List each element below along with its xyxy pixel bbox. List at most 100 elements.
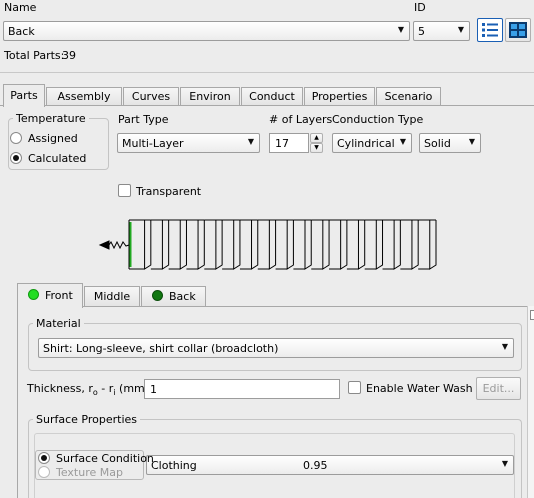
grid-view-icon xyxy=(509,22,527,38)
layer-segment xyxy=(364,219,384,270)
arrow-icon xyxy=(98,240,110,250)
name-value: Back xyxy=(8,25,35,38)
conduction-mode-value: Solid xyxy=(424,137,451,150)
chevron-down-icon: ▼ xyxy=(457,25,464,34)
conduction-type-label: Conduction Type xyxy=(332,113,424,126)
tab-label: Properties xyxy=(311,90,368,103)
water-wash-label: Enable Water Wash xyxy=(366,382,473,395)
chevron-down-icon: ▼ xyxy=(397,25,404,34)
layer-segment xyxy=(133,219,152,270)
part-type-select[interactable]: Multi-Layer ▼ xyxy=(117,133,260,153)
id-select[interactable]: 5 ▼ xyxy=(413,21,470,41)
layer-segment xyxy=(186,219,205,270)
layer-segment xyxy=(257,219,277,270)
list-view-button[interactable] xyxy=(477,18,503,42)
layer-segment xyxy=(329,219,348,270)
surface-condition-value: Clothing xyxy=(151,459,197,472)
total-parts-value: 39 xyxy=(62,49,76,62)
subtab-back[interactable]: Back xyxy=(141,286,206,306)
layers-down-button[interactable]: ▼ xyxy=(310,143,323,153)
thickness-label: Thickness, ro - ri (mm) xyxy=(27,382,149,397)
layer-segment xyxy=(275,219,294,270)
subtab-label: Front xyxy=(45,289,73,302)
tab-conduct[interactable]: Conduct xyxy=(241,87,303,105)
layer-diagram xyxy=(98,219,437,270)
thickness-input[interactable]: 1 xyxy=(144,379,340,399)
tab-label: Conduct xyxy=(249,90,295,103)
dark-green-dot-icon xyxy=(152,290,163,301)
tab-label: Assembly xyxy=(57,90,111,103)
thickness-label-text: Thickness, r xyxy=(27,382,93,395)
tab-environ[interactable]: Environ xyxy=(180,87,240,105)
tab-label: Scenario xyxy=(384,90,433,103)
subtab-label: Middle xyxy=(93,290,131,303)
layer-segment xyxy=(418,219,437,270)
surface-properties-title: Surface Properties xyxy=(33,413,140,426)
grid-view-button[interactable] xyxy=(505,18,531,42)
thickness-label-mid: - r xyxy=(97,382,114,395)
subtab-middle[interactable]: Middle xyxy=(84,286,140,306)
thickness-value: 1 xyxy=(150,383,157,396)
name-label: Name xyxy=(4,1,37,14)
layer-segment xyxy=(204,219,223,270)
calculated-radio[interactable] xyxy=(10,152,22,164)
layers-stepper-field[interactable]: 17 xyxy=(269,133,309,153)
layer-segment xyxy=(346,219,366,270)
tab-assembly[interactable]: Assembly xyxy=(46,87,122,105)
green-dot-icon xyxy=(28,289,39,300)
chevron-up-icon: ▲ xyxy=(314,134,319,141)
tab-scenario[interactable]: Scenario xyxy=(376,87,441,105)
tab-label: Curves xyxy=(131,90,171,103)
conduction-type-select[interactable]: Cylindrical ▼ xyxy=(332,133,412,153)
conduction-type-value: Cylindrical xyxy=(337,137,395,150)
name-select[interactable]: Back ▼ xyxy=(3,21,410,41)
texture-map-label: Texture Map xyxy=(56,466,123,479)
surface-condition-radio[interactable] xyxy=(38,452,50,464)
calculated-label: Calculated xyxy=(28,152,87,165)
assigned-label: Assigned xyxy=(28,132,78,145)
material-select[interactable]: Shirt: Long-sleeve, shirt collar (broadc… xyxy=(38,338,514,358)
layer-segment xyxy=(400,219,419,270)
layers-value: 17 xyxy=(275,137,289,150)
subtab-front[interactable]: Front xyxy=(17,283,83,308)
layer-segment xyxy=(382,219,401,270)
part-type-label: Part Type xyxy=(118,113,169,126)
chevron-down-icon: ▼ xyxy=(247,137,254,146)
texture-map-radio[interactable] xyxy=(38,466,50,478)
layer-segment xyxy=(293,219,312,270)
list-view-icon xyxy=(482,23,498,37)
id-value: 5 xyxy=(418,25,425,38)
id-label: ID xyxy=(414,1,426,14)
surface-condition-select[interactable]: Clothing 0.95 ▼ xyxy=(146,455,514,475)
vertical-scrollbar[interactable] xyxy=(527,306,534,498)
part-type-value: Multi-Layer xyxy=(122,137,184,150)
total-parts-label: Total Parts: xyxy=(4,49,65,62)
chevron-down-icon: ▼ xyxy=(501,459,508,468)
layers-up-button[interactable]: ▲ xyxy=(310,133,323,143)
chevron-down-icon: ▼ xyxy=(501,342,508,351)
heat-flow-line xyxy=(108,240,130,250)
material-value: Shirt: Long-sleeve, shirt collar (broadc… xyxy=(43,342,279,355)
tab-label: Environ xyxy=(189,90,231,103)
edit-button[interactable]: Edit... xyxy=(476,377,521,400)
tab-label: Parts xyxy=(10,89,38,102)
transparent-checkbox[interactable] xyxy=(118,184,131,197)
conduction-mode-select[interactable]: Solid ▼ xyxy=(419,133,481,153)
tab-properties[interactable]: Properties xyxy=(304,87,375,105)
transparent-label: Transparent xyxy=(136,185,202,198)
layer-segment xyxy=(150,219,170,270)
scrollbar-thumb[interactable] xyxy=(530,310,534,320)
surface-condition-number: 0.95 xyxy=(303,459,328,472)
header-divider xyxy=(0,72,534,73)
surface-condition-label: Surface Condition xyxy=(56,452,154,465)
tab-parts[interactable]: Parts xyxy=(3,84,45,107)
edit-button-label: Edit... xyxy=(482,382,515,395)
chevron-down-icon: ▼ xyxy=(399,137,406,146)
assigned-radio[interactable] xyxy=(10,132,22,144)
chevron-down-icon: ▼ xyxy=(314,144,319,151)
layer-segment xyxy=(168,219,187,270)
layer-segment xyxy=(311,219,330,270)
temperature-title: Temperature xyxy=(13,112,89,125)
tab-curves[interactable]: Curves xyxy=(123,87,179,105)
water-wash-checkbox[interactable] xyxy=(348,381,361,394)
